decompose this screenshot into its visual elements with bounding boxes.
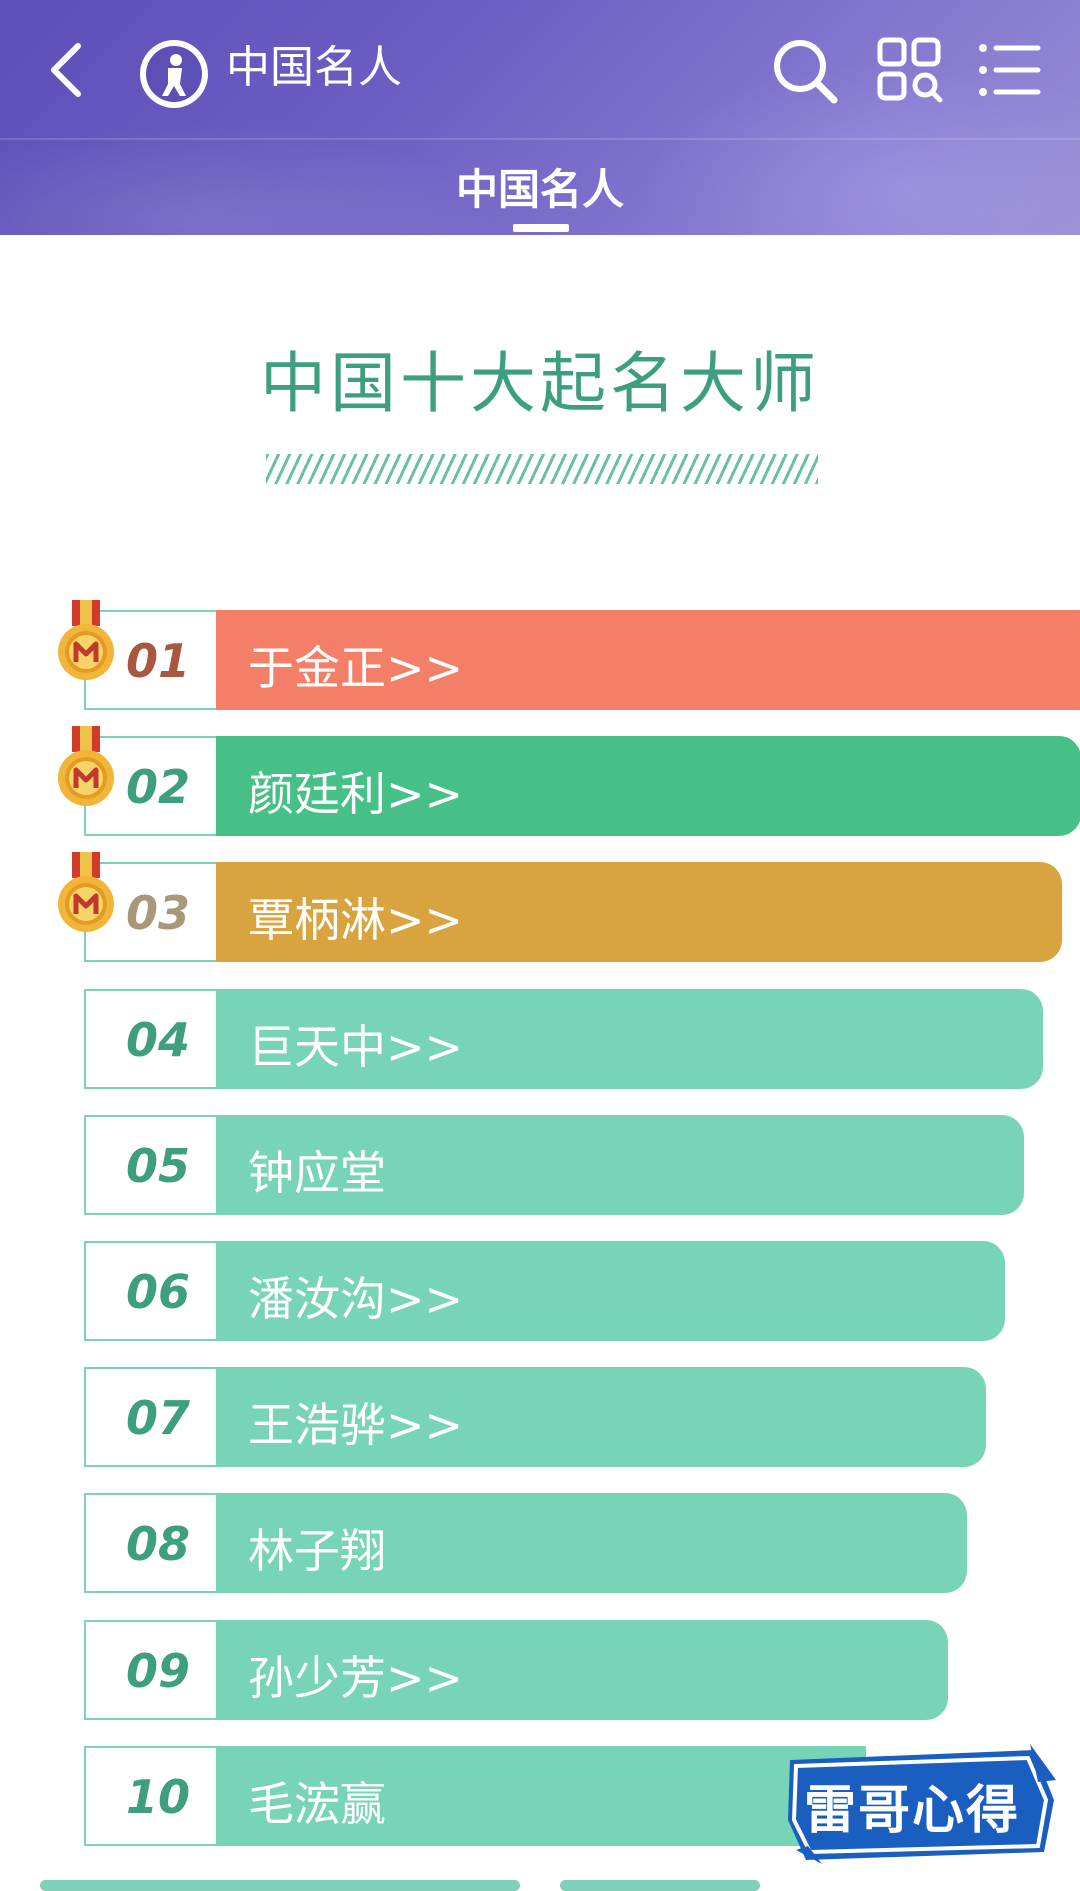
rank-number: 09	[126, 1644, 191, 1698]
rank-number: 07	[126, 1391, 191, 1445]
rank-number: 03	[126, 886, 191, 940]
watermark-badge: 雷哥心得	[782, 1740, 1060, 1868]
name-bar[interactable]: 钟应堂	[216, 1115, 1024, 1215]
person-name-link[interactable]: 孙少芳>>	[248, 1642, 463, 1708]
rank-box: 07	[84, 1367, 218, 1467]
maigoo-logo-icon[interactable]	[138, 38, 210, 110]
rank-number: 04	[126, 1013, 191, 1067]
person-name-link[interactable]: 王浩骅>>	[248, 1389, 463, 1455]
name-bar[interactable]: 林子翔	[216, 1493, 967, 1593]
person-name-link[interactable]: 巨天中>>	[248, 1011, 463, 1077]
list-menu-icon	[979, 44, 1041, 96]
person-name-link[interactable]: 林子翔	[248, 1515, 386, 1581]
rank-number: 06	[126, 1265, 191, 1319]
back-button[interactable]	[40, 38, 100, 102]
search-icon	[774, 40, 838, 104]
rank-number: 10	[126, 1770, 191, 1824]
rank-box: 10	[84, 1746, 218, 1846]
header: 中国名人 中国名人	[0, 0, 1080, 235]
rank-box: 05	[84, 1115, 218, 1215]
person-name-link[interactable]: 于金正>>	[248, 632, 463, 698]
name-bar[interactable]: 覃柄淋>>	[216, 862, 1062, 962]
name-bar[interactable]: 毛浤赢	[216, 1746, 866, 1846]
person-name-link[interactable]: 颜廷利>>	[248, 758, 463, 824]
name-bar[interactable]: 巨天中>>	[216, 989, 1043, 1089]
tab-china-celebrities[interactable]: 中国名人	[0, 156, 1080, 217]
rank-number: 05	[126, 1139, 191, 1193]
next-section-edge-left	[40, 1880, 520, 1891]
watermark-text: 雷哥心得	[804, 1781, 1021, 1841]
grid-icon	[877, 37, 943, 103]
tab-active-indicator	[513, 224, 569, 232]
header-divider	[0, 138, 1080, 140]
rank-box: 06	[84, 1241, 218, 1341]
medal-icon	[58, 852, 114, 932]
grid-button[interactable]	[876, 36, 944, 104]
rank-number: 08	[126, 1517, 191, 1571]
rank-number: 02	[126, 760, 191, 814]
next-section-edge-right	[560, 1880, 760, 1891]
name-bar[interactable]: 潘汝沟>>	[216, 1241, 1005, 1341]
chevron-left-icon	[51, 43, 81, 97]
medal-icon	[58, 726, 114, 806]
heading-decoration	[266, 454, 818, 484]
name-bar[interactable]: 于金正>>	[216, 610, 1080, 710]
rank-number: 01	[126, 634, 191, 688]
site-title[interactable]: 中国名人	[226, 38, 402, 98]
person-name-link[interactable]: 潘汝沟>>	[248, 1263, 463, 1329]
top-bar: 中国名人	[0, 0, 1080, 140]
rank-box: 04	[84, 989, 218, 1089]
menu-button[interactable]	[978, 42, 1042, 98]
search-button[interactable]	[770, 36, 840, 106]
person-name-link[interactable]: 覃柄淋>>	[248, 884, 463, 950]
rank-box: 08	[84, 1493, 218, 1593]
person-name-link[interactable]: 毛浤赢	[248, 1768, 386, 1834]
rank-box: 09	[84, 1620, 218, 1720]
person-name-link[interactable]: 钟应堂	[248, 1137, 386, 1203]
name-bar[interactable]: 颜廷利>>	[216, 736, 1080, 836]
name-bar[interactable]: 孙少芳>>	[216, 1620, 948, 1720]
page-heading: 中国十大起名大师	[260, 345, 820, 422]
name-bar[interactable]: 王浩骅>>	[216, 1367, 986, 1467]
medal-icon	[58, 600, 114, 680]
